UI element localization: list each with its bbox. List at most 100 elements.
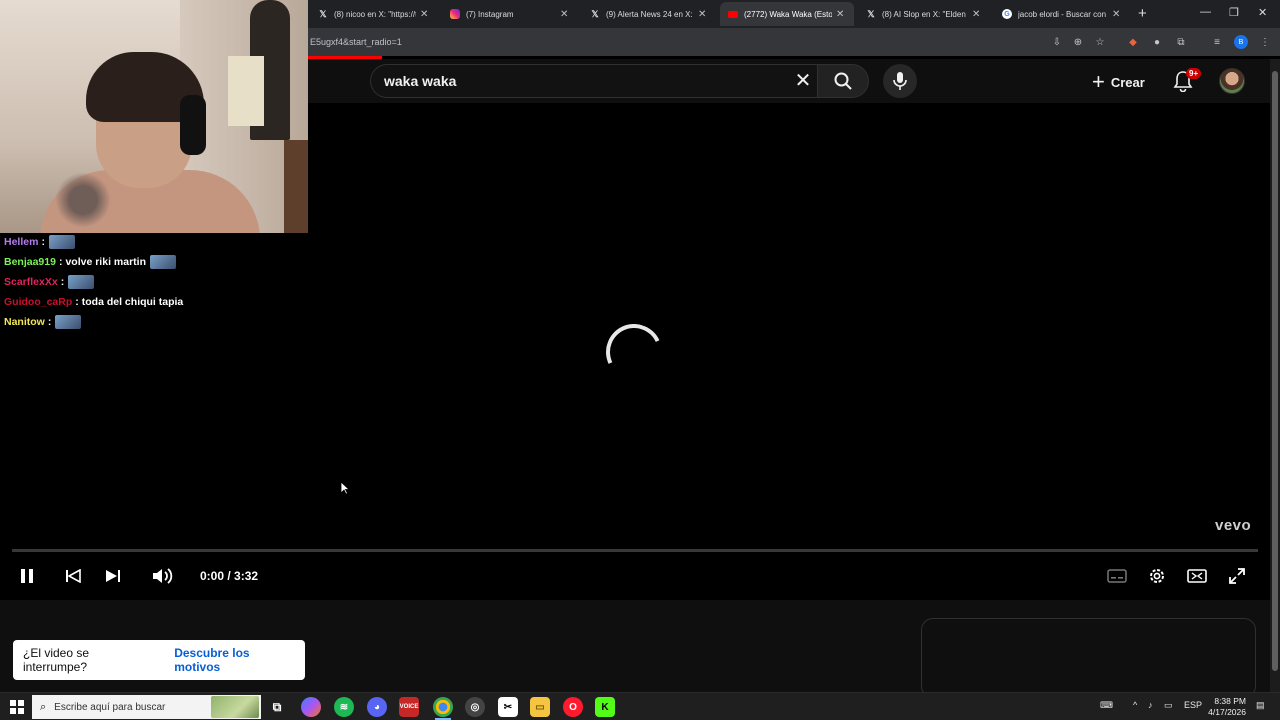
chat-username: Hellem	[4, 236, 39, 248]
webcam-hanging-clothes	[228, 56, 264, 126]
search-icon	[834, 72, 852, 90]
microphone-icon	[893, 72, 907, 90]
restore-icon[interactable]: ❐	[1229, 6, 1239, 19]
tab-google-search[interactable]: G jacob elordi - Buscar con ✕	[994, 2, 1130, 26]
x-logo-icon: 𝕏	[591, 8, 599, 19]
copilot-icon[interactable]	[301, 697, 321, 717]
keyboard-icon[interactable]: ⌨	[1100, 700, 1113, 711]
learn-reasons-link[interactable]: Descubre los motivos	[174, 646, 295, 674]
x-logo-icon: 𝕏	[867, 8, 875, 19]
discord-icon[interactable]: ◕	[367, 697, 387, 717]
spotify-icon[interactable]: ≋	[334, 697, 354, 717]
volume-button[interactable]	[151, 564, 175, 588]
install-app-icon[interactable]: ⇩	[1050, 35, 1064, 49]
extension-shield-icon[interactable]: ●	[1150, 35, 1164, 49]
speaker-icon[interactable]: ♪	[1148, 700, 1153, 710]
reading-list-icon[interactable]: ≡	[1210, 35, 1224, 49]
pause-button[interactable]	[15, 564, 39, 588]
chat-emote-icon	[48, 235, 75, 249]
chat-separator: :	[75, 296, 79, 308]
tab-waka-waka[interactable]: (2772) Waka Waka (Esto es ✕	[720, 2, 854, 26]
chrome-icon[interactable]	[433, 697, 453, 717]
create-button[interactable]: + Crear	[1092, 68, 1145, 96]
task-view-icon[interactable]: ⧉	[267, 697, 287, 717]
close-tab-icon[interactable]: ✕	[972, 9, 982, 20]
settings-button[interactable]	[1145, 564, 1169, 588]
vevo-watermark: vevo	[1215, 517, 1252, 534]
chat-message: ScarflexXx:	[4, 272, 304, 292]
chat-username: Guidoo_caRp	[4, 296, 73, 308]
time-display: 0:00 / 3:32	[200, 569, 259, 583]
new-tab-icon[interactable]: +	[1138, 5, 1147, 22]
file-explorer-icon[interactable]: ▭	[530, 697, 550, 717]
webcam-tattoo	[48, 170, 118, 230]
sidebar-card[interactable]	[921, 618, 1256, 698]
taskbar-clock[interactable]: 8:38 PM 4/17/2026	[1200, 696, 1246, 718]
theater-mode-icon	[1187, 569, 1207, 583]
tab-nicoo-x[interactable]: 𝕏 (8) nicoo en X: "https://t.c ✕	[310, 2, 438, 26]
clear-search-icon[interactable]: ✕	[792, 70, 814, 92]
screen: 𝕏 (8) nicoo en X: "https://t.c ✕ (7) Ins…	[0, 0, 1280, 720]
tab-ai-slop[interactable]: 𝕏 (8) AI Slop en X: "Elden R ✕	[858, 2, 990, 26]
next-button[interactable]	[101, 564, 125, 588]
windows-start-icon[interactable]	[10, 700, 24, 714]
fullscreen-button[interactable]	[1225, 564, 1249, 588]
subtitles-button[interactable]	[1105, 564, 1129, 588]
voice-mod-icon[interactable]: VOICE	[399, 697, 419, 717]
pause-icon	[21, 569, 33, 583]
instagram-logo-icon	[450, 9, 460, 19]
chat-username: Benjaa919	[4, 256, 56, 268]
chat-separator: :	[41, 236, 45, 248]
chat-emote-icon	[55, 315, 82, 329]
next-icon	[106, 570, 120, 582]
chat-message-text: toda del chiqui tapia	[81, 296, 184, 308]
url-text[interactable]: E5ugxf4&start_radio=1	[310, 37, 402, 47]
close-window-icon[interactable]: ✕	[1258, 6, 1267, 19]
previous-button[interactable]	[61, 564, 85, 588]
chat-message: Hellem:	[4, 232, 304, 252]
kick-icon[interactable]: K	[595, 697, 615, 717]
webcam-shelf	[284, 140, 308, 233]
subtitles-icon	[1107, 569, 1127, 583]
stream-chat-overlay: Hellem: Benjaa919: volve riki martin Scarfl…	[4, 232, 304, 332]
extension-fox-icon[interactable]: ◆	[1126, 35, 1140, 49]
video-interrupt-banner: ¿El video se interrumpe? Descubre los mo…	[13, 640, 305, 680]
close-tab-icon[interactable]: ✕	[560, 9, 570, 20]
zoom-icon[interactable]: ⊕	[1071, 35, 1085, 49]
notification-count-badge: 9+	[1186, 68, 1202, 79]
browser-menu-icon[interactable]: ⋮	[1258, 35, 1272, 49]
close-tab-icon[interactable]: ✕	[836, 9, 846, 20]
google-logo-icon: G	[1002, 9, 1012, 19]
close-tab-icon[interactable]: ✕	[698, 9, 708, 20]
extensions-puzzle-icon[interactable]: ⧉	[1174, 35, 1188, 49]
close-tab-icon[interactable]: ✕	[420, 9, 430, 20]
headset-icon	[180, 95, 206, 155]
search-query-text[interactable]: waka waka	[384, 73, 456, 89]
network-icon[interactable]: ▭	[1164, 700, 1173, 711]
search-button[interactable]	[817, 64, 869, 98]
opera-icon[interactable]: O	[563, 697, 583, 717]
taskbar-search-input[interactable]: ⌕ Escribe aquí para buscar	[32, 695, 261, 719]
user-avatar[interactable]	[1219, 68, 1245, 94]
chat-emote-icon	[150, 255, 176, 269]
seek-bar[interactable]	[12, 549, 1258, 552]
show-hidden-icons-icon[interactable]: ^	[1133, 700, 1137, 710]
notifications-icon[interactable]: ▤	[1256, 700, 1265, 711]
browser-profile-icon[interactable]: B	[1234, 35, 1248, 49]
bookmark-star-icon[interactable]: ☆	[1093, 35, 1107, 49]
scrollbar-thumb[interactable]	[1272, 71, 1278, 671]
chat-separator: :	[60, 276, 65, 288]
obs-icon[interactable]: ◎	[465, 697, 485, 717]
theater-mode-button[interactable]	[1185, 564, 1209, 588]
tab-instagram[interactable]: (7) Instagram ✕	[442, 2, 578, 26]
chat-message: Guidoo_caRp: toda del chiqui tapia	[4, 292, 304, 312]
close-tab-icon[interactable]: ✕	[1112, 9, 1122, 20]
chat-message: Nanitow:	[4, 312, 304, 332]
voice-search-button[interactable]	[883, 64, 917, 98]
chat-username: Nanitow	[4, 316, 45, 328]
tab-alerta-news[interactable]: 𝕏 (9) Alerta News 24 en X: " ✕	[582, 2, 716, 26]
chat-username: ScarflexXx	[4, 276, 58, 288]
capcut-icon[interactable]: ✂	[498, 697, 518, 717]
page-scrollbar[interactable]	[1270, 59, 1280, 692]
minimize-icon[interactable]: —	[1200, 6, 1211, 18]
